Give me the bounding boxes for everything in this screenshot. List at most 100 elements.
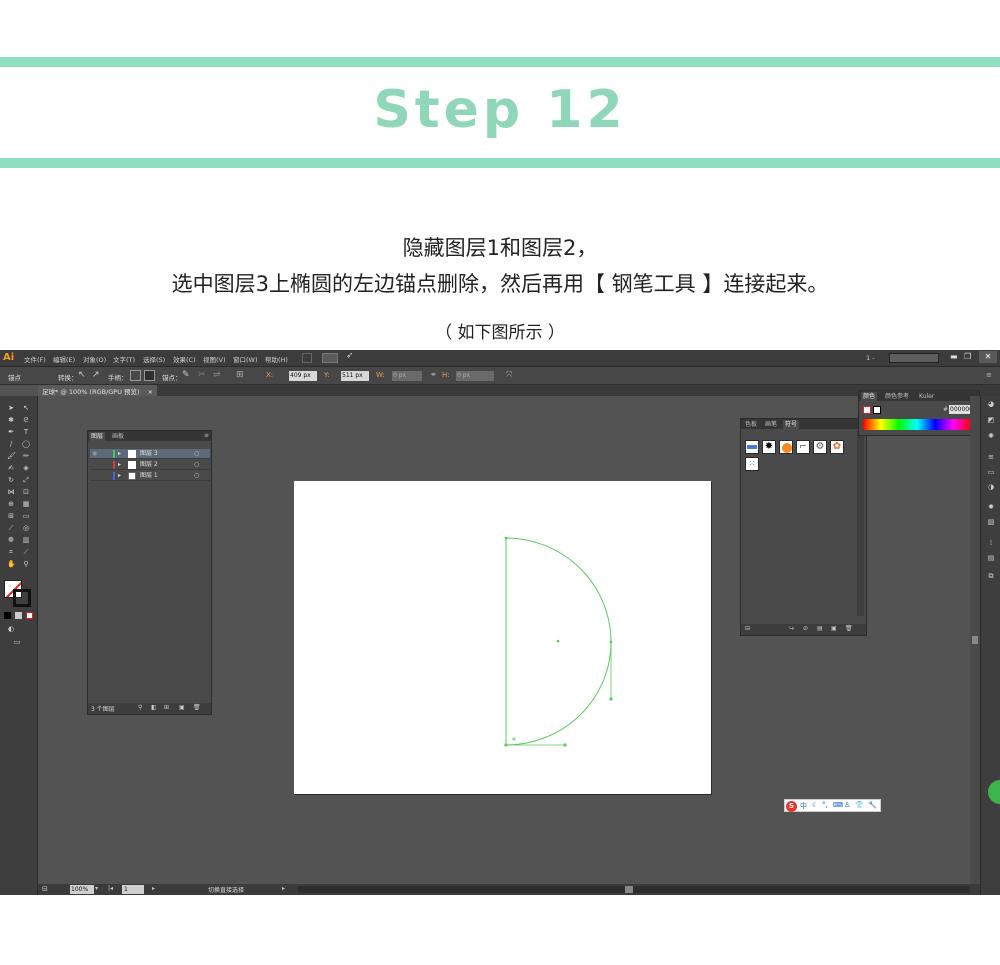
convert-corner-icon[interactable]: ↖: [78, 370, 86, 380]
status-arrow-icon[interactable]: ▸: [282, 885, 285, 892]
eyedropper-tool-icon[interactable]: ⟋: [7, 524, 15, 532]
vertical-scrollbar[interactable]: [970, 396, 980, 884]
page-field[interactable]: 1: [122, 885, 144, 894]
ime-moon-icon[interactable]: ☾: [812, 801, 818, 809]
target-icon[interactable]: ○: [194, 471, 199, 481]
menu-window[interactable]: 窗口(W): [233, 354, 258, 364]
symbol-splatter[interactable]: ✸: [762, 440, 776, 454]
transform-icon[interactable]: ⤧: [506, 370, 512, 380]
x-field[interactable]: 409 px: [289, 371, 317, 381]
w-field[interactable]: 0 px: [392, 371, 422, 381]
ellipse-tool-icon[interactable]: ◯: [22, 440, 30, 448]
document-tab[interactable]: 足球* @ 100% (RGB/GPU 预览) ×: [38, 385, 158, 396]
h-field[interactable]: 0 px: [456, 371, 494, 381]
width-tool-icon[interactable]: ⋈: [7, 488, 15, 496]
line-tool-icon[interactable]: /: [7, 440, 15, 448]
layer-row-3[interactable]: ◉ ▸ 图层 3 ○: [90, 449, 210, 459]
cut-path-icon[interactable]: ✂: [198, 370, 206, 380]
layer-name[interactable]: 图层 2: [140, 460, 158, 470]
remove-anchor-icon[interactable]: ✎: [182, 370, 190, 380]
minimize-icon[interactable]: ▬: [950, 352, 958, 361]
transform-dock-icon[interactable]: ▤: [986, 554, 996, 562]
symbol-grid[interactable]: ⁙: [745, 457, 759, 471]
half-ellipse-path[interactable]: [294, 481, 711, 794]
close-icon[interactable]: ✕: [979, 351, 997, 363]
stroke-swatch[interactable]: [13, 589, 31, 607]
draw-mode-icon[interactable]: ◐: [7, 625, 15, 633]
tab-layers[interactable]: 图层: [89, 432, 106, 441]
selection-tool-icon[interactable]: ➤: [7, 404, 15, 412]
symbol-flower[interactable]: ✿: [830, 440, 844, 454]
new-sublayer-icon[interactable]: ⊞: [164, 704, 169, 711]
place-symbol-icon[interactable]: ↪: [789, 625, 794, 632]
link-icon[interactable]: ⚭: [430, 370, 437, 379]
stroke-dock-icon[interactable]: ≡: [986, 453, 996, 461]
gradient-tool-icon[interactable]: ▭: [22, 512, 30, 520]
pen-tool-icon[interactable]: ✒: [7, 428, 15, 436]
shape-builder-tool-icon[interactable]: ⊕: [7, 500, 15, 508]
tab-kuler[interactable]: Kuler: [917, 392, 936, 401]
fill-none-mini-swatch[interactable]: [863, 406, 871, 414]
type-tool-icon[interactable]: T: [22, 428, 30, 436]
zoom-tool-icon[interactable]: ⚲: [22, 560, 30, 568]
visibility-toggle[interactable]: ◉: [92, 449, 97, 459]
zoom-out-icon[interactable]: ⊟: [42, 885, 48, 893]
paintbrush-tool-icon[interactable]: 🖌: [7, 452, 16, 460]
screen-mode-icon[interactable]: ▭: [13, 638, 21, 646]
stroke-mini-swatch[interactable]: [873, 406, 881, 414]
ime-mode-label[interactable]: 中: [800, 801, 807, 811]
menu-help[interactable]: 帮助(H): [265, 354, 288, 364]
tab-symbols[interactable]: 符号: [783, 420, 800, 429]
horizontal-scroll-track[interactable]: [298, 886, 970, 893]
panel-options-icon[interactable]: ≡: [204, 432, 209, 439]
color-spectrum[interactable]: [863, 419, 971, 430]
artboard-tool-icon[interactable]: ⌗: [7, 548, 15, 556]
document-tab-close-icon[interactable]: ×: [148, 388, 153, 396]
y-field[interactable]: 511 px: [341, 371, 369, 381]
gradient-mode-icon[interactable]: [15, 612, 22, 619]
color-dock-icon[interactable]: ◕: [986, 400, 996, 408]
menu-object[interactable]: 对象(O): [83, 354, 106, 364]
expand-arrow-icon[interactable]: ▸: [118, 449, 121, 459]
ime-punct-icon[interactable]: °,: [822, 801, 828, 809]
target-icon[interactable]: ○: [194, 449, 199, 459]
color-guide-dock-icon[interactable]: ◩: [986, 416, 996, 424]
symbol-gear[interactable]: ⚙: [813, 440, 827, 454]
symbol-sprayer-tool-icon[interactable]: ❁: [7, 536, 15, 544]
tab-swatches[interactable]: 色板: [743, 420, 759, 429]
menu-edit[interactable]: 编辑(E): [53, 354, 75, 364]
menu-view[interactable]: 视图(V): [203, 354, 226, 364]
workspace-switcher[interactable]: 1 -: [866, 354, 875, 362]
blob-brush-tool-icon[interactable]: ✍: [7, 464, 15, 472]
symbol-library-icon[interactable]: ⊟: [745, 625, 750, 632]
align-icon[interactable]: ⊞: [236, 370, 244, 380]
delete-layer-icon[interactable]: 🗑: [193, 704, 201, 711]
scale-tool-icon[interactable]: ⤢: [22, 476, 30, 484]
bridge-icon[interactable]: [302, 353, 312, 363]
color-mode-icon[interactable]: [4, 612, 11, 619]
ime-voice-icon[interactable]: ♙: [844, 801, 850, 809]
free-transform-tool-icon[interactable]: ⊡: [22, 488, 30, 496]
arrange-documents-icon[interactable]: [322, 353, 338, 363]
ime-tools-icon[interactable]: 🔧: [868, 801, 877, 809]
first-page-icon[interactable]: |◂: [108, 885, 113, 892]
new-layer-icon[interactable]: ▣: [179, 704, 185, 711]
direct-selection-tool-icon[interactable]: ↖: [22, 404, 30, 412]
pathfinder-dock-icon[interactable]: ⧉: [986, 572, 996, 580]
rotate-tool-icon[interactable]: ↻: [7, 476, 15, 484]
ime-toolbar[interactable]: S 中 ☾ °, ⌨ ♙ 👕 🔧: [784, 799, 881, 812]
next-page-icon[interactable]: ▸: [152, 885, 155, 892]
slice-tool-icon[interactable]: ⟋: [22, 548, 30, 556]
eraser-tool-icon[interactable]: ◈: [22, 464, 30, 472]
artboard[interactable]: [294, 481, 711, 794]
locate-object-icon[interactable]: ⚲: [138, 704, 142, 711]
appearance-dock-icon[interactable]: ✹: [986, 503, 996, 511]
expand-arrow-icon[interactable]: ▸: [118, 460, 121, 470]
menu-effect[interactable]: 效果(C): [173, 354, 196, 364]
tab-color[interactable]: 颜色: [861, 392, 878, 401]
tab-artboards[interactable]: 画板: [110, 432, 126, 441]
ime-keyboard-icon[interactable]: ⌨: [833, 801, 843, 809]
brushes-dock-icon[interactable]: ✺: [986, 432, 996, 440]
menu-type[interactable]: 文字(T): [113, 354, 135, 364]
graphic-styles-dock-icon[interactable]: ▨: [986, 518, 996, 526]
